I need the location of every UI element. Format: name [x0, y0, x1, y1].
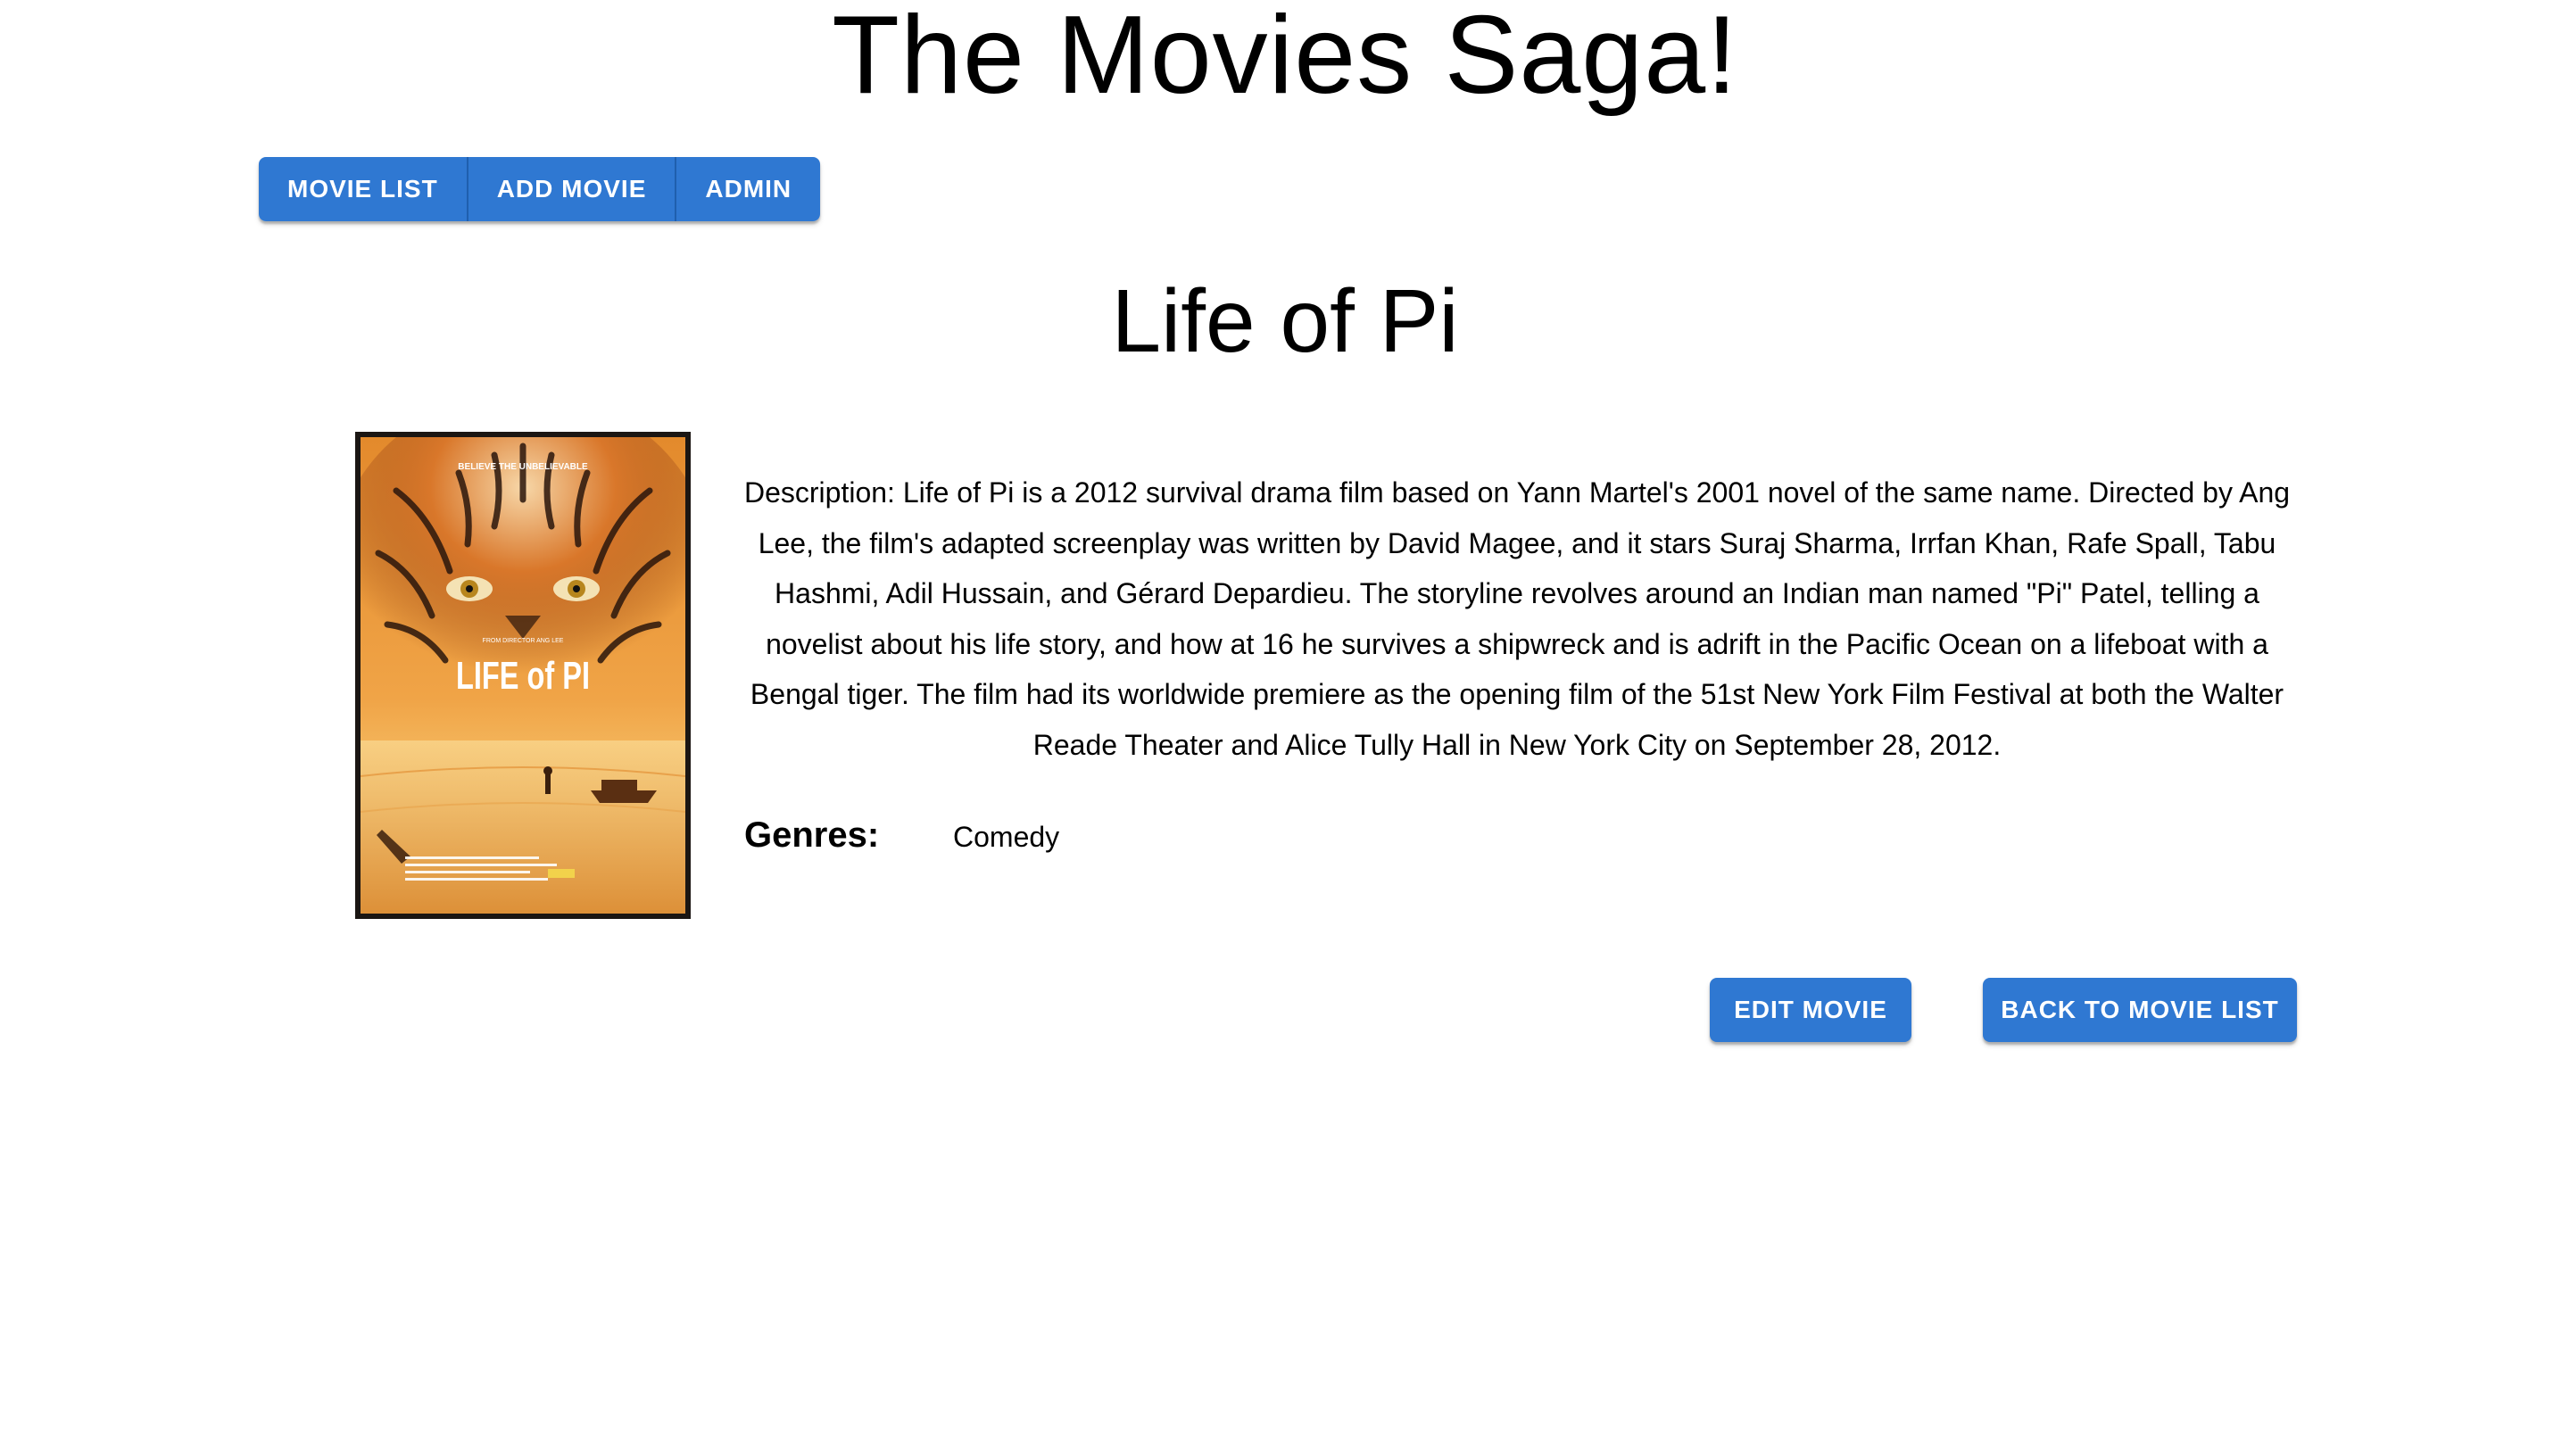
movie-title: Life of Pi: [1111, 271, 1459, 371]
poster-title: LIFE of PI: [456, 654, 590, 698]
app-title: The Movies Saga!: [832, 0, 1738, 117]
nav-add-movie-button[interactable]: ADD MOVIE: [466, 157, 676, 221]
nav-admin-button[interactable]: ADMIN: [675, 157, 821, 221]
poster-director-credit: FROM DIRECTOR ANG LEE: [483, 638, 564, 644]
movie-poster: BELIEVE THE UNBELIEVABLE FROM DIRECTOR A…: [355, 432, 691, 919]
edit-movie-button[interactable]: EDIT MOVIE: [1710, 978, 1911, 1042]
genres-label: Genres:: [744, 815, 880, 855]
main-nav: MOVIE LIST ADD MOVIE ADMIN: [259, 157, 821, 221]
movie-description: Description: Life of Pi is a 2012 surviv…: [743, 476, 2291, 761]
poster-tagline: BELIEVE THE UNBELIEVABLE: [458, 462, 588, 472]
back-to-movie-list-button[interactable]: BACK TO MOVIE LIST: [1983, 978, 2297, 1042]
nav-movie-list-button[interactable]: MOVIE LIST: [259, 157, 467, 221]
genre-item: Comedy: [953, 821, 1060, 853]
